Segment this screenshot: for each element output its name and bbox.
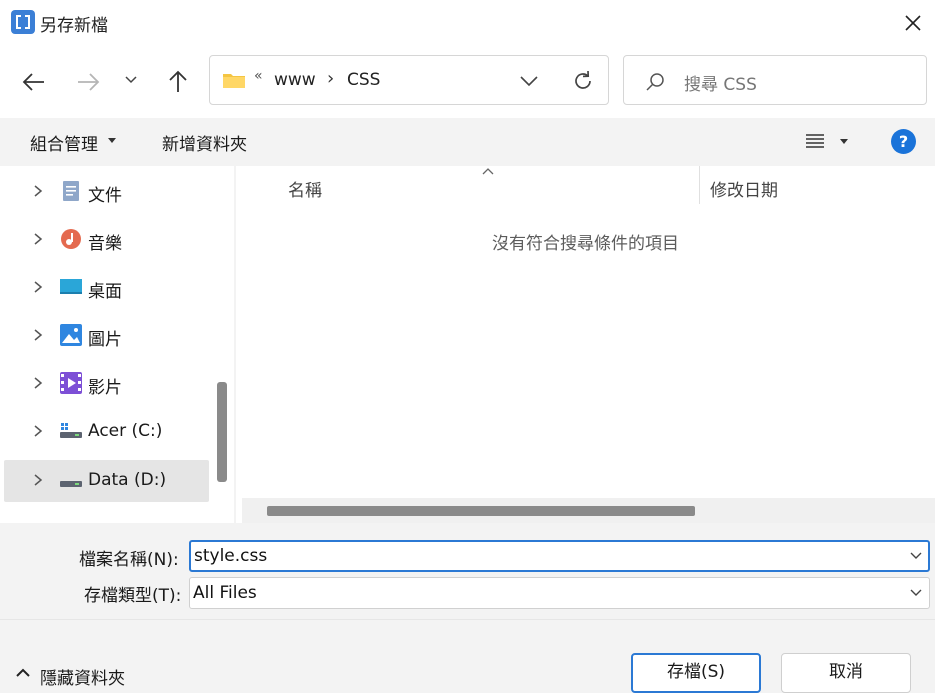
filename-field[interactable]: style.css [189, 540, 930, 572]
navigation-pane: 文件 音樂 桌面 圖片 影片 Acer (C:) Data (D:) [0, 166, 234, 523]
column-header-date[interactable]: 修改日期 [710, 176, 778, 201]
navigation-bar: « www › CSS 搜尋 CSS [0, 46, 935, 118]
save-form: 檔案名稱(N): style.css 存檔類型(T): All Files 隱藏… [0, 523, 935, 693]
chevron-down-icon[interactable] [909, 550, 923, 562]
search-icon [644, 71, 666, 93]
chevron-right-icon[interactable] [32, 375, 44, 391]
address-dropdown-button[interactable] [518, 70, 540, 92]
chevron-right-icon[interactable] [32, 472, 44, 488]
close-button[interactable] [898, 8, 928, 38]
sidebar-item-label: 桌面 [88, 282, 122, 302]
chevron-right-icon[interactable] [32, 183, 44, 199]
chevron-right-icon[interactable] [32, 279, 44, 295]
sidebar-item-desktop[interactable]: 桌面 [4, 267, 209, 309]
recent-locations-button[interactable] [121, 70, 141, 90]
chevron-right-icon[interactable] [32, 231, 44, 247]
chevron-up-icon[interactable] [16, 667, 30, 677]
window-title: 另存新檔 [40, 16, 108, 36]
forward-button[interactable] [72, 66, 104, 98]
videos-icon [60, 372, 82, 394]
command-bar: 組合管理 新增資料夾 ? [0, 118, 935, 166]
cancel-button[interactable]: 取消 [781, 653, 911, 693]
sidebar-item-data-d[interactable]: Data (D:) [4, 460, 209, 502]
horizontal-scroll-thumb[interactable] [267, 506, 695, 516]
sidebar-item-label: 影片 [88, 378, 122, 398]
breadcrumb-www[interactable]: www [274, 70, 316, 90]
sidebar-item-label: Acer (C:) [88, 421, 163, 441]
desktop-icon [60, 279, 82, 294]
sidebar-item-acer-c[interactable]: Acer (C:) [4, 411, 209, 453]
forward-arrow-icon [78, 73, 100, 91]
sidebar-item-documents[interactable]: 文件 [4, 171, 209, 213]
breadcrumb-separator[interactable]: › [327, 68, 334, 89]
hide-folders-button[interactable]: 隱藏資料夾 [40, 664, 125, 689]
sidebar-item-label: 文件 [88, 186, 122, 206]
drive-icon [60, 481, 82, 487]
save-button[interactable]: 存檔(S) [631, 653, 761, 693]
column-divider[interactable] [699, 166, 700, 204]
address-overflow[interactable]: « [254, 68, 263, 84]
sort-ascending-icon [482, 168, 494, 175]
sidebar-scroll-thumb[interactable] [217, 382, 227, 482]
back-arrow-icon [22, 73, 44, 91]
search-box[interactable]: 搜尋 CSS [623, 55, 927, 105]
system-drive-icon [60, 423, 82, 438]
close-icon [905, 15, 921, 31]
chevron-down-icon[interactable] [909, 587, 923, 599]
view-options-button[interactable] [805, 131, 825, 151]
music-icon [61, 229, 81, 249]
sidebar-item-music[interactable]: 音樂 [4, 219, 209, 261]
refresh-button[interactable] [570, 68, 596, 94]
new-folder-button[interactable]: 新增資料夾 [162, 130, 247, 155]
pictures-icon [60, 324, 82, 346]
help-button[interactable]: ? [891, 129, 916, 154]
title-bar: 另存新檔 [0, 0, 935, 46]
sidebar-item-pictures[interactable]: 圖片 [4, 315, 209, 357]
filename-label: 檔案名稱(N): [79, 550, 179, 570]
filename-input[interactable]: style.css [194, 546, 267, 566]
organize-button[interactable]: 組合管理 [30, 130, 98, 155]
chevron-down-icon [125, 76, 137, 84]
sidebar-item-label: 圖片 [88, 330, 122, 350]
empty-list-message: 沒有符合搜尋條件的項目 [492, 234, 679, 254]
sidebar-item-label: 音樂 [88, 234, 122, 254]
chevron-down-icon [520, 76, 538, 87]
filetype-label: 存檔類型(T): [84, 586, 182, 606]
up-arrow-icon [169, 70, 187, 92]
horizontal-scrollbar[interactable] [242, 498, 935, 523]
divider [0, 619, 935, 620]
up-button[interactable] [162, 66, 194, 98]
sidebar-item-label: Data (D:) [88, 470, 167, 490]
chevron-right-icon[interactable] [32, 423, 44, 439]
caret-down-icon[interactable] [840, 139, 848, 144]
refresh-icon [575, 70, 591, 89]
file-list: 名稱 修改日期 沒有符合搜尋條件的項目 [236, 166, 935, 523]
view-list-icon [806, 134, 824, 148]
sidebar-item-videos[interactable]: 影片 [4, 363, 209, 405]
back-button[interactable] [18, 66, 50, 98]
chevron-right-icon[interactable] [32, 327, 44, 343]
filetype-select[interactable]: All Files [189, 577, 930, 609]
breadcrumb-css[interactable]: CSS [347, 70, 380, 90]
caret-down-icon[interactable] [108, 138, 116, 143]
address-bar[interactable]: « www › CSS [209, 55, 609, 105]
folder-icon [222, 71, 246, 89]
column-header-name[interactable]: 名稱 [288, 176, 322, 201]
filetype-selected-value[interactable]: All Files [193, 583, 257, 603]
documents-icon [63, 181, 79, 201]
search-input[interactable]: 搜尋 CSS [684, 70, 757, 95]
brackets-app-icon [11, 10, 35, 34]
